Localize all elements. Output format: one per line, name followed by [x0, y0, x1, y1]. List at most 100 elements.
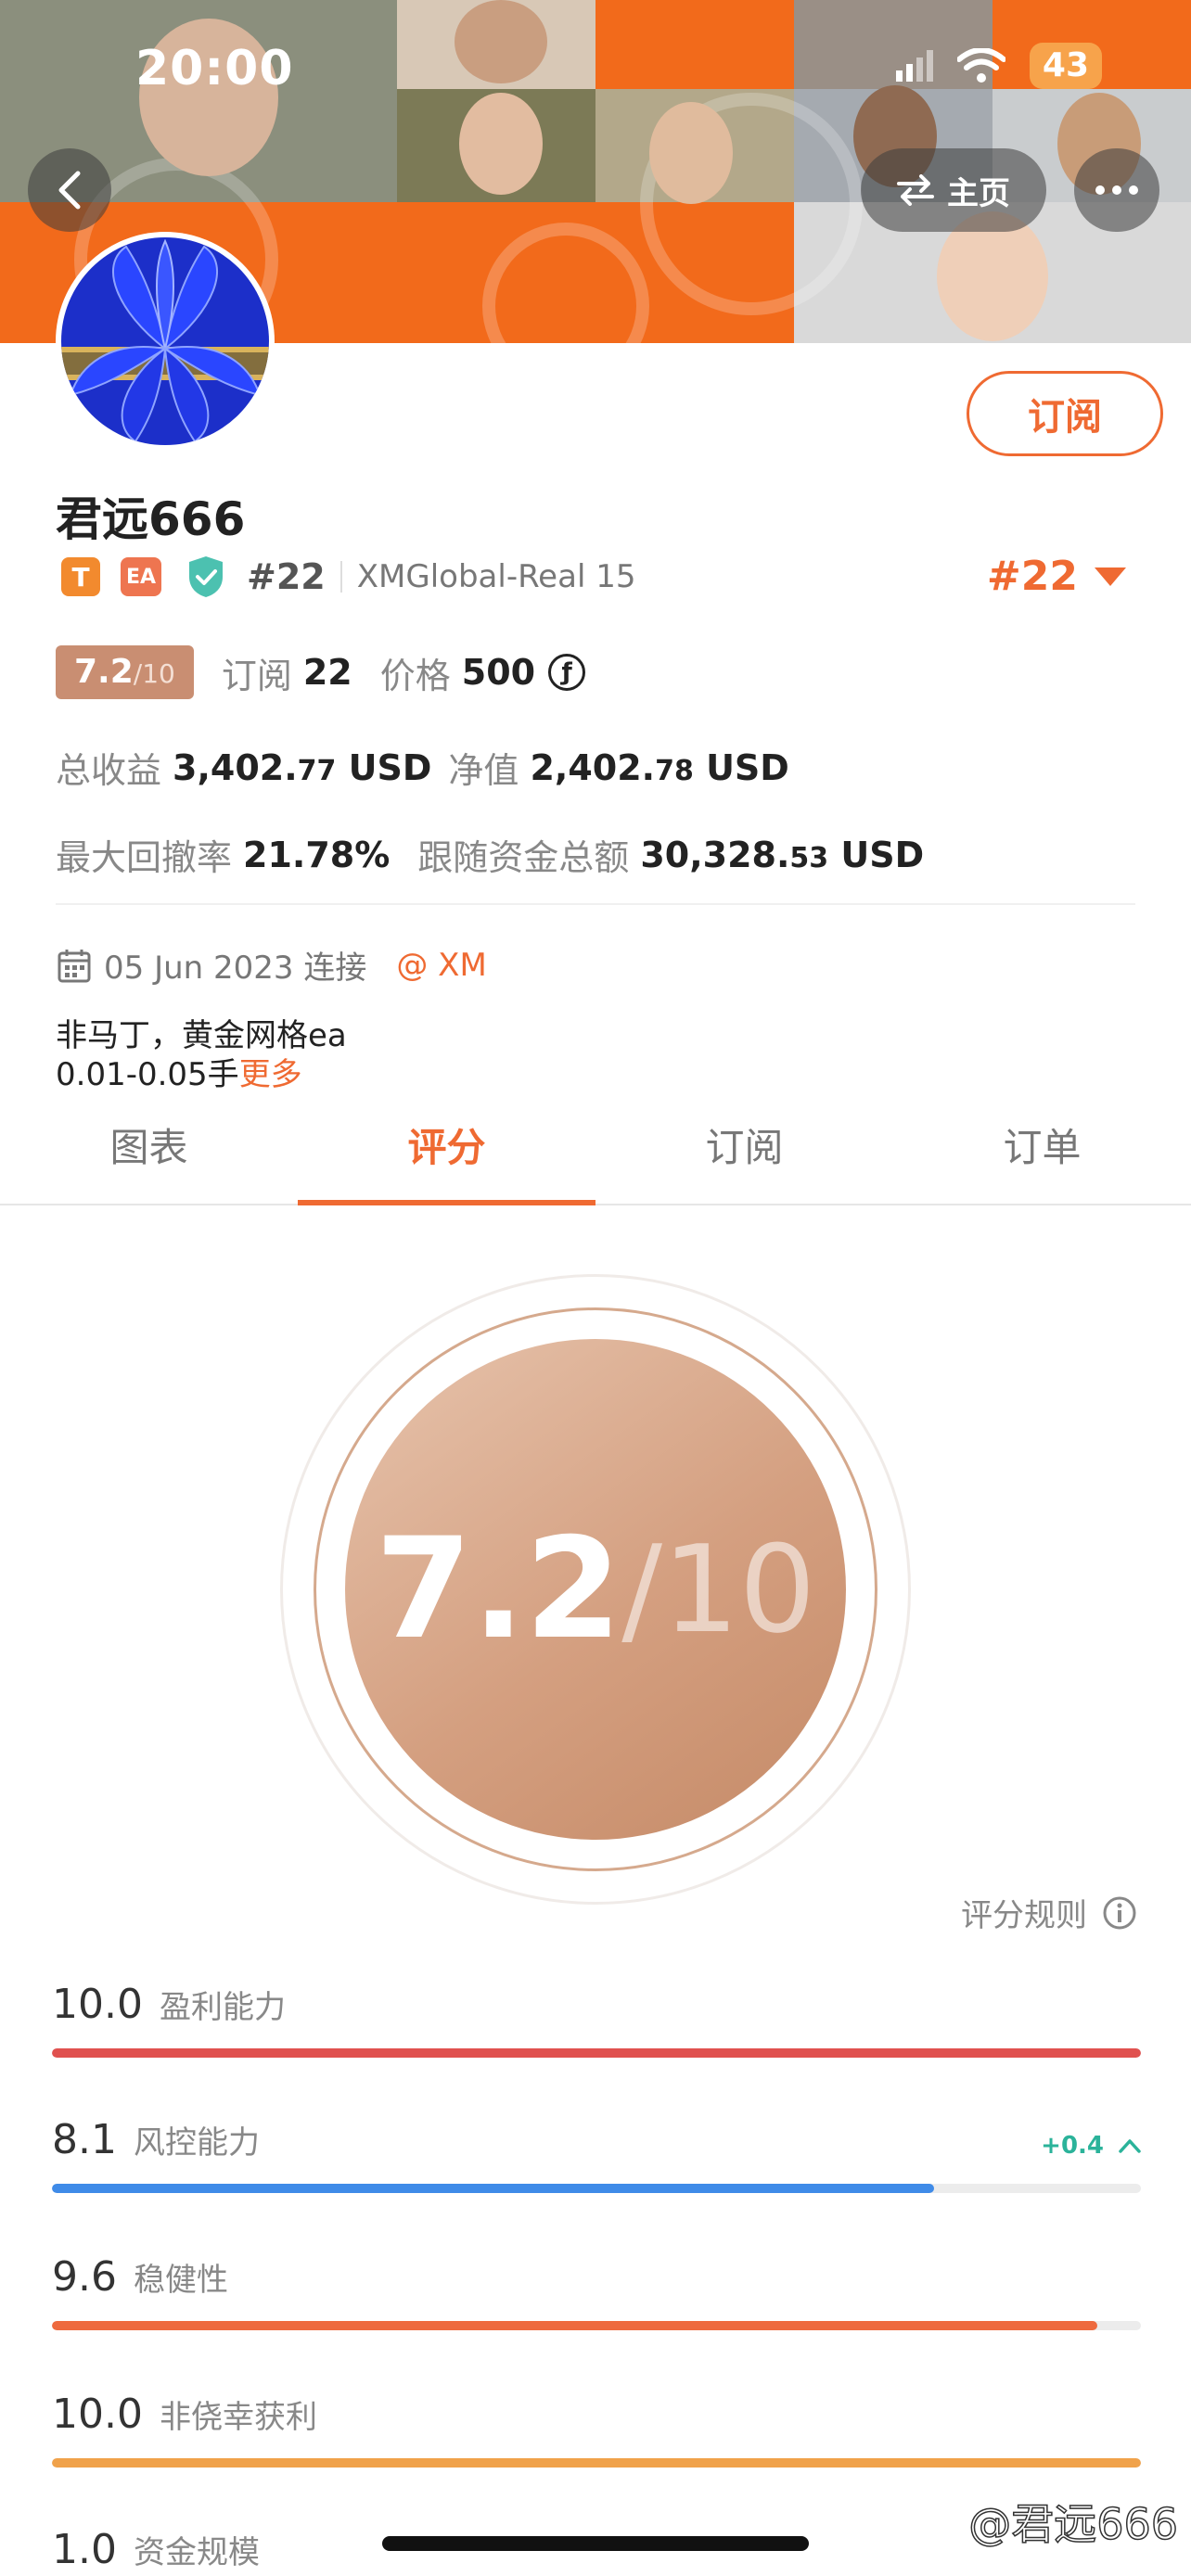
- rank-dropdown[interactable]: #22: [987, 553, 1126, 600]
- home-label: 主页: [947, 174, 1010, 212]
- metric-name: 风控能力: [133, 2124, 260, 2162]
- status-icons: 43: [895, 43, 1102, 89]
- metric-value: 10.0: [52, 2391, 143, 2438]
- price-label: 价格: [379, 655, 451, 696]
- tab-bar: 图表 评分 订阅 订单: [0, 1109, 1191, 1205]
- metric-value: 10.0: [52, 1981, 143, 2028]
- home-indicator[interactable]: [382, 2536, 809, 2551]
- avatar-image: [61, 237, 269, 445]
- metric-name: 非侥幸获利: [159, 2399, 317, 2436]
- total-profit-label: 总收益: [56, 750, 162, 791]
- metric-profitability: 10.0 盈利能力: [52, 1981, 1141, 2058]
- risk-row: 最大回撤率 21.78% 跟随资金总额 30,328.53 USD: [56, 829, 924, 880]
- metric-name: 盈利能力: [159, 1989, 286, 2026]
- watermark: @君远666: [967, 2498, 1178, 2550]
- description-line-1: 非马丁，黄金网格ea: [56, 1017, 347, 1054]
- trader-type-badge: T: [61, 557, 100, 596]
- badge-row: T EA #22 XMGlobal-Real 15: [61, 555, 635, 599]
- total-profit-unit: USD: [348, 746, 432, 788]
- net-int: 2,402.: [530, 746, 656, 788]
- section-divider: [56, 903, 1135, 905]
- signal-icon: [895, 50, 933, 82]
- follow-funds-int: 30,328.: [640, 834, 790, 875]
- tab-orders[interactable]: 订单: [893, 1109, 1191, 1204]
- metric-bar-fill: [52, 2184, 934, 2193]
- broker-link[interactable]: @ XM: [396, 947, 486, 984]
- score-value: 7.2: [375, 1509, 622, 1670]
- total-profit-dec: 77: [297, 754, 337, 787]
- score-pill-value: 7.2: [74, 653, 134, 691]
- net-unit: USD: [706, 746, 789, 788]
- drawdown-label: 最大回撤率: [56, 837, 233, 878]
- metric-bar-fill: [52, 2458, 1141, 2468]
- metric-name: 资金规模: [133, 2534, 260, 2571]
- follow-funds-unit: USD: [840, 834, 925, 875]
- subscribe-count-value: 22: [302, 652, 352, 693]
- avatar[interactable]: [56, 232, 275, 451]
- server-name: XMGlobal-Real 15: [356, 558, 636, 595]
- caret-down-icon: [1095, 567, 1126, 586]
- metric-bar-fill: [52, 2321, 1098, 2330]
- tab-score[interactable]: 评分: [298, 1109, 596, 1205]
- summary-row: 7.2/10 订阅 22 价格 500 ƒ: [56, 645, 586, 699]
- drawdown-value: 21.78%: [243, 834, 391, 875]
- metric-name: 稳健性: [133, 2262, 228, 2299]
- trader-name: 君远666: [56, 492, 246, 546]
- more-link[interactable]: 更多: [239, 1056, 302, 1093]
- back-button[interactable]: [28, 148, 111, 232]
- total-profit-value: 3,402.77 USD: [173, 747, 431, 788]
- wifi-icon: [956, 48, 1005, 83]
- metric-change: +0.4: [1041, 2132, 1141, 2160]
- metric-bar-track: [52, 2184, 1141, 2193]
- verified-shield-icon: [189, 556, 223, 597]
- coin-icon: ƒ: [548, 654, 586, 691]
- score-pill-max: /10: [133, 658, 175, 689]
- net-label: 净值: [448, 750, 519, 791]
- rank-badge: #22: [247, 556, 326, 597]
- metric-bar-track: [52, 2458, 1141, 2468]
- tab-subscribe[interactable]: 订阅: [596, 1109, 893, 1204]
- swap-icon: [897, 174, 934, 206]
- rank-dropdown-label: #22: [986, 553, 1078, 600]
- badge-divider: [339, 561, 342, 593]
- info-icon: [1103, 1896, 1136, 1929]
- net-dec: 78: [655, 754, 694, 787]
- profit-row: 总收益 3,402.77 USD 净值 2,402.78 USD: [56, 742, 789, 793]
- subscribe-count-label: 订阅: [221, 655, 292, 696]
- follow-funds-value: 30,328.53 USD: [640, 835, 924, 875]
- score-disc: 7.2/10: [345, 1339, 846, 1840]
- metric-bar-fill: [52, 2048, 1141, 2058]
- ellipsis-icon: [1095, 185, 1138, 195]
- description-line-2: 0.01-0.05手: [56, 1056, 239, 1093]
- subscribe-button[interactable]: 订阅: [967, 371, 1163, 456]
- home-button[interactable]: 主页: [861, 148, 1046, 232]
- battery-indicator: 43: [1029, 43, 1102, 89]
- price-value: 500: [461, 652, 536, 693]
- connection-row: 05 Jun 2023 连接 @ XM: [58, 942, 487, 988]
- metric-change-value: +0.4: [1041, 2132, 1104, 2160]
- strategy-description: 非马丁，黄金网格ea 0.01-0.05手更多: [56, 1016, 347, 1094]
- metric-non-luck-profit: 10.0 非侥幸获利: [52, 2391, 1141, 2468]
- net-value: 2,402.78 USD: [530, 747, 788, 788]
- metric-bar-track: [52, 2321, 1141, 2330]
- connection-date: 05 Jun 2023 连接: [104, 950, 367, 987]
- follow-funds-dec: 53: [789, 841, 829, 874]
- metric-risk-control: 8.1 风控能力 +0.4: [52, 2116, 1141, 2193]
- metric-value: 9.6: [52, 2253, 117, 2301]
- chevron-up-icon: [1119, 2139, 1141, 2153]
- metric-bar-track: [52, 2048, 1141, 2058]
- score-rules-link[interactable]: 评分规则: [961, 1890, 1137, 1935]
- chevron-left-icon: [58, 171, 81, 210]
- score-gauge: 7.2/10: [280, 1274, 911, 1905]
- ea-badge: EA: [121, 557, 161, 596]
- total-profit-int: 3,402.: [173, 746, 298, 788]
- follow-funds-label: 跟随资金总额: [417, 837, 630, 878]
- calendar-icon: [58, 949, 91, 982]
- more-options-button[interactable]: [1074, 148, 1159, 232]
- status-time: 20:00: [135, 41, 294, 96]
- metric-stability: 9.6 稳健性: [52, 2253, 1141, 2330]
- score-rules-label: 评分规则: [961, 1897, 1087, 1934]
- score-pill: 7.2/10: [56, 645, 194, 699]
- tab-chart[interactable]: 图表: [0, 1109, 298, 1204]
- metric-value: 1.0: [52, 2526, 117, 2573]
